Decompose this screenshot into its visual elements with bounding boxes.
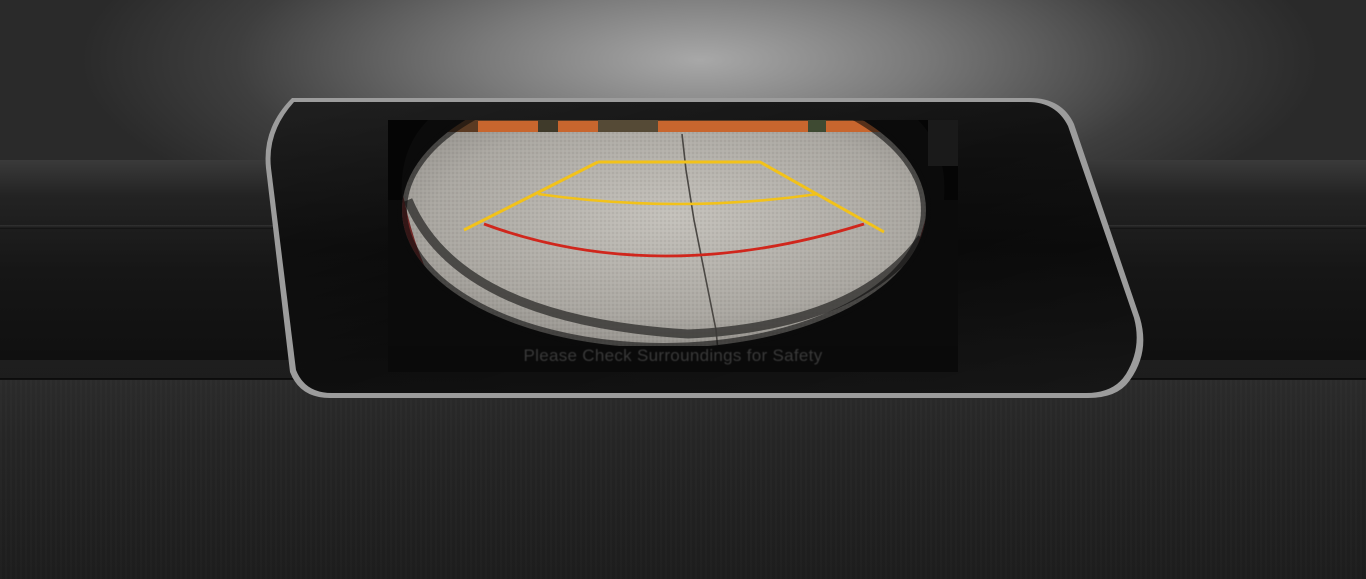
car-dashboard-scene: Please Check Surroundings for Safety — [0, 0, 1366, 579]
safety-warning-text: Please Check Surroundings for Safety — [523, 346, 823, 365]
camera-feed — [388, 120, 958, 372]
rear-camera-view: Please Check Surroundings for Safety — [388, 120, 958, 372]
